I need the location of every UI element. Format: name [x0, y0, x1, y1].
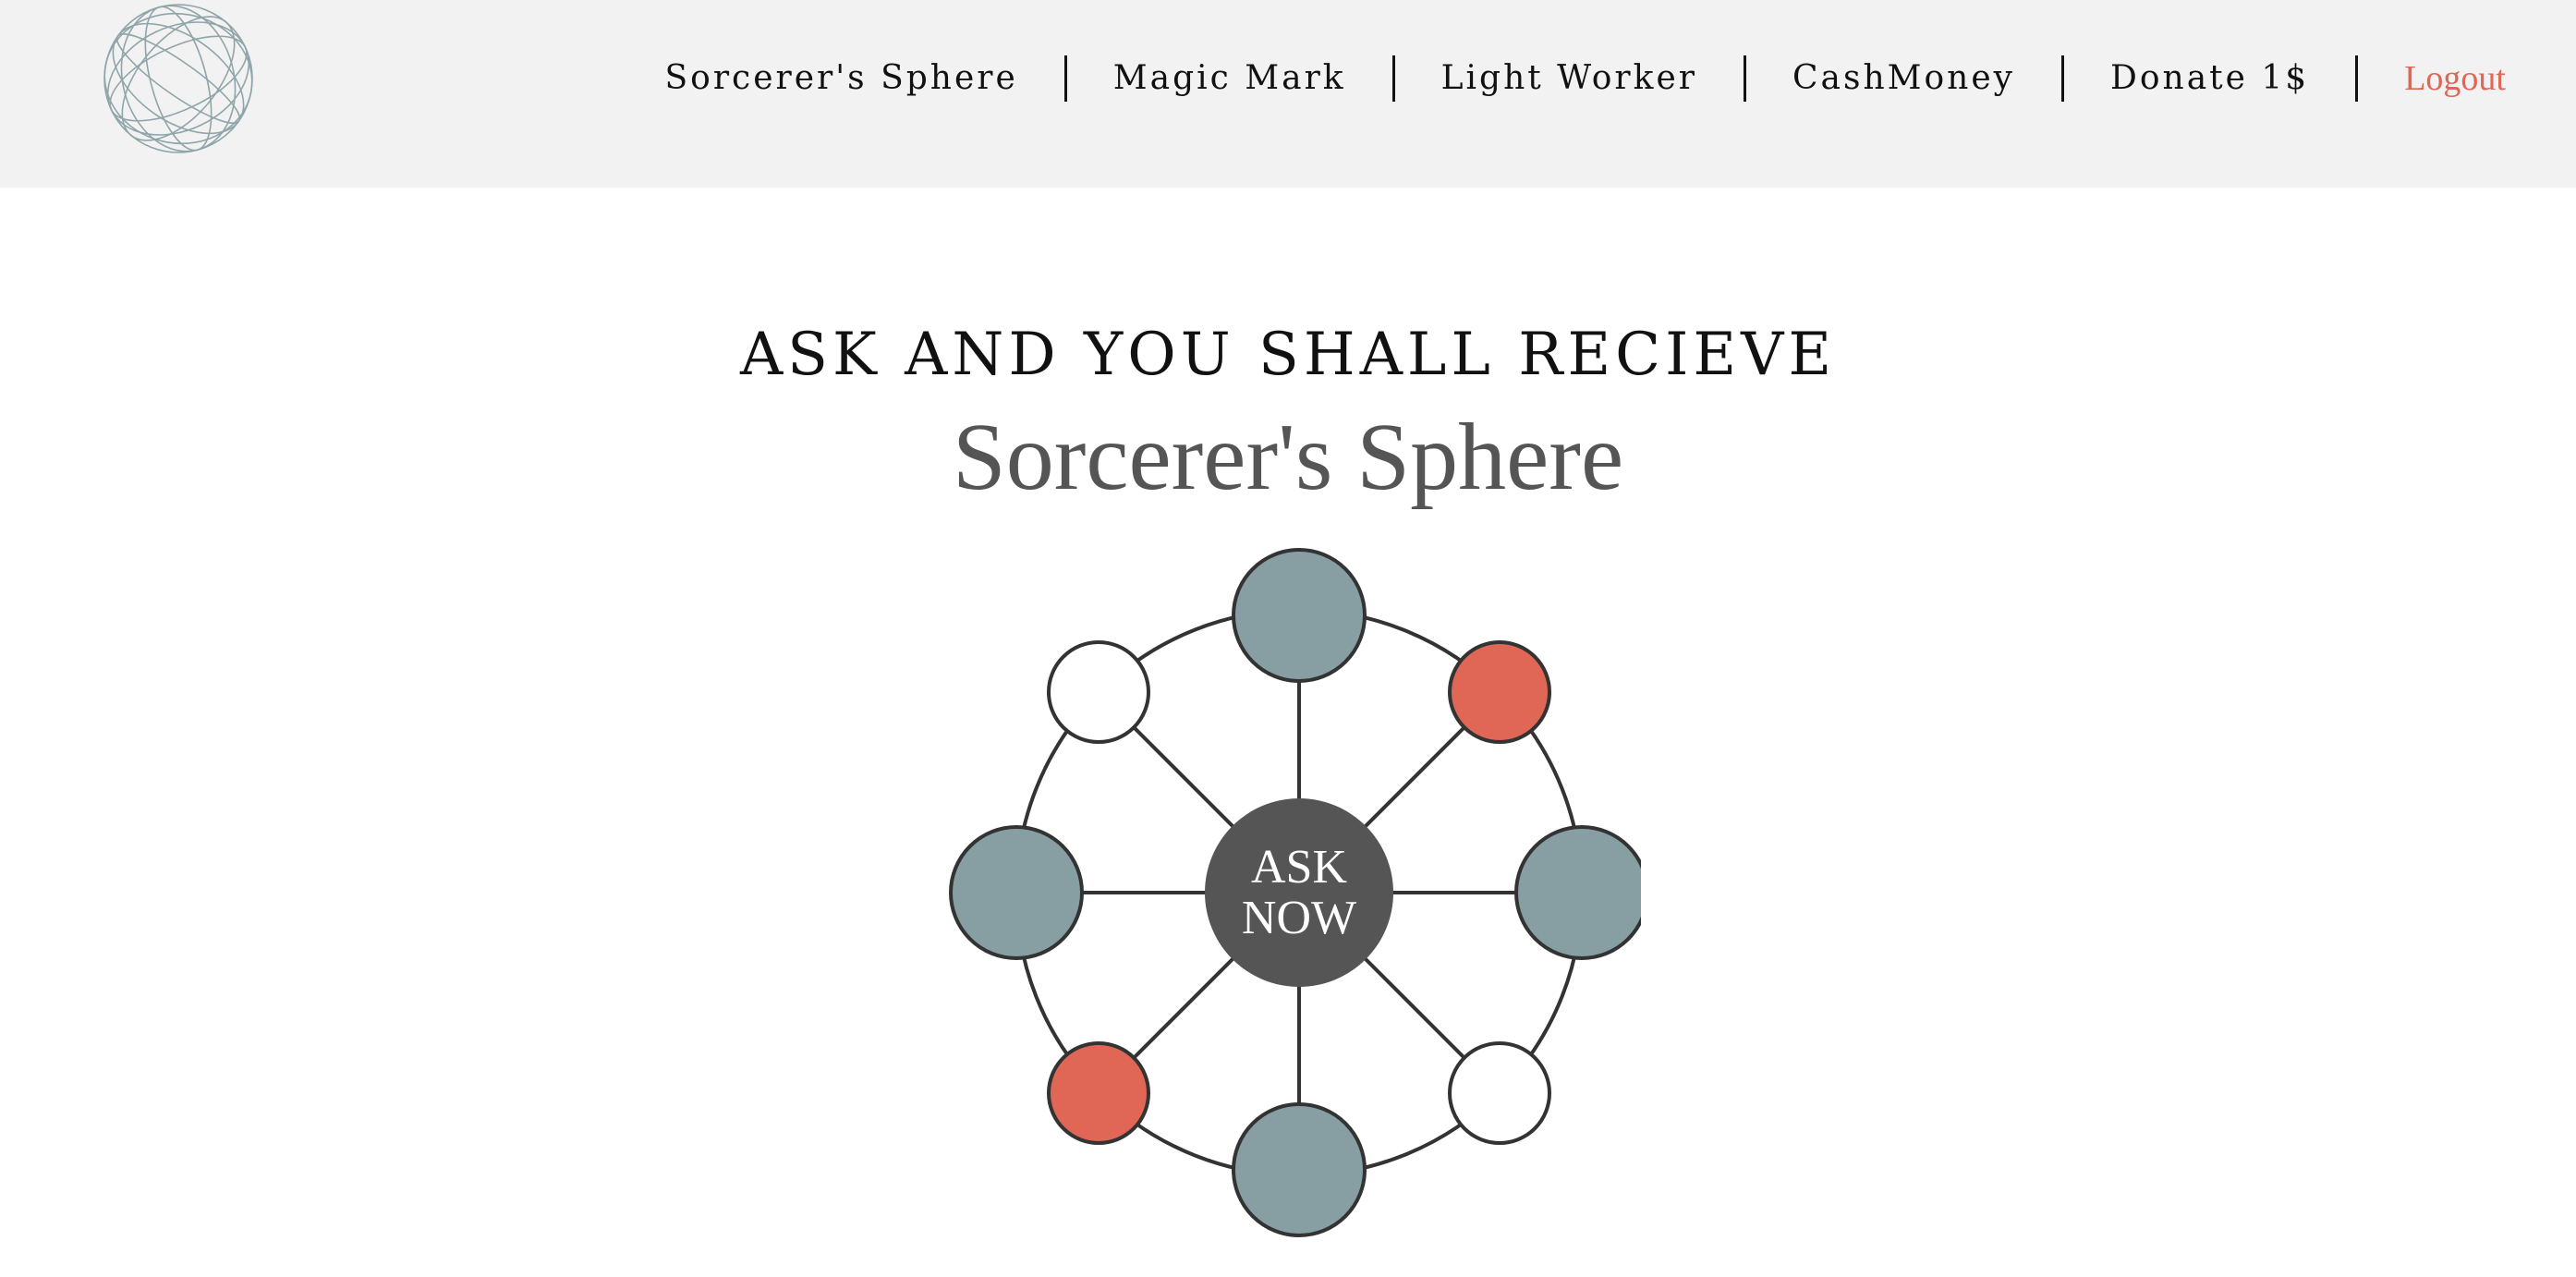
site-header: Sorcerer's Sphere Magic Mark Light Worke… — [0, 0, 2576, 188]
nav-light-worker[interactable]: Light Worker — [1395, 56, 1744, 101]
sphere-diagram: ASK NOW — [949, 548, 1641, 1237]
sphere-node-bottom-right[interactable] — [1448, 1041, 1551, 1145]
ask-now-button[interactable]: ASK NOW — [1205, 798, 1393, 987]
sphere-node-right[interactable] — [1514, 825, 1641, 960]
sphere-node-top-right[interactable] — [1448, 640, 1551, 744]
page-subtitle: ASK AND YOU SHALL RECIEVE — [739, 321, 1837, 389]
main-nav: Sorcerer's Sphere Magic Mark Light Worke… — [619, 0, 2506, 157]
nav-donate[interactable]: Donate 1$ — [2064, 56, 2355, 101]
page-title: Sorcerer's Sphere — [952, 404, 1624, 510]
wireframe-globe-icon[interactable] — [100, 0, 257, 157]
nav-sorcerers-sphere[interactable]: Sorcerer's Sphere — [619, 56, 1064, 101]
nav-cashmoney[interactable]: CashMoney — [1746, 56, 2061, 101]
main-content: ASK AND YOU SHALL RECIEVE Sorcerer's Sph… — [0, 188, 2576, 1277]
sphere-node-top-left[interactable] — [1047, 640, 1150, 744]
sphere-node-bottom-left[interactable] — [1047, 1041, 1150, 1145]
logout-link[interactable]: Logout — [2358, 56, 2506, 101]
ask-now-line1: ASK — [1251, 841, 1347, 894]
nav-magic-mark[interactable]: Magic Mark — [1067, 56, 1392, 101]
ask-now-line2: NOW — [1242, 892, 1356, 944]
sphere-node-top[interactable] — [1232, 548, 1367, 683]
sphere-node-left[interactable] — [949, 825, 1084, 960]
sphere-node-bottom[interactable] — [1232, 1102, 1367, 1237]
